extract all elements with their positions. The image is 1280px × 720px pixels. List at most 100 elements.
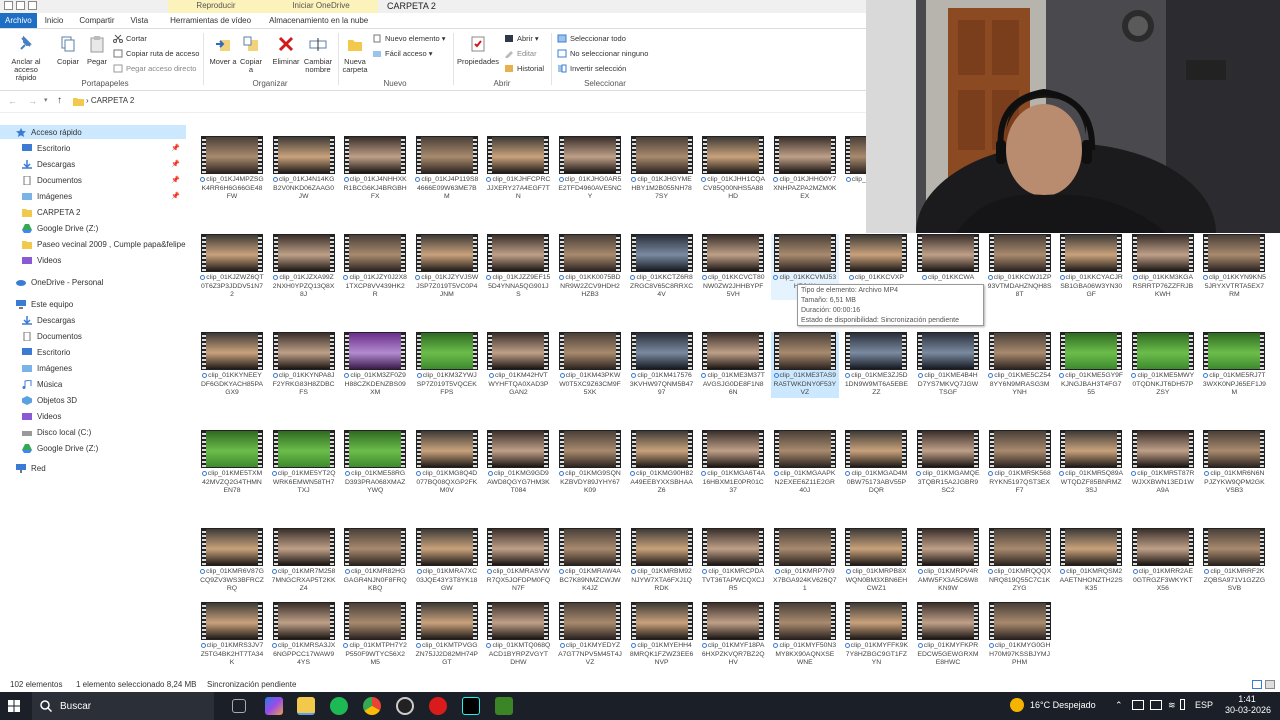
nav-descargas[interactable]: Descargas 📌 — [22, 157, 184, 171]
nav-red[interactable]: Red — [16, 461, 184, 475]
file-tile[interactable]: clip_01KJZYVJSWJSP7Z019T5VC0P4JNM — [413, 234, 481, 300]
tab-archivo[interactable]: Archivo — [0, 13, 37, 28]
mover-button[interactable]: Mover a — [209, 35, 237, 66]
nav-imagenes[interactable]: Imágenes 📌 — [22, 189, 184, 203]
file-tile[interactable]: clip_01KMR82HGGAGR4NJN0F8FRQKBQ — [341, 528, 409, 594]
windows-start-icon[interactable] — [8, 700, 20, 712]
file-tile[interactable]: clip_01KJZWZ6QT0T6Z3P3JDDV51N72 — [198, 234, 266, 300]
file-tile[interactable]: clip_01KMYG0GHH70M97KSSBJYMJPHM — [986, 602, 1054, 668]
tiktok-icon[interactable] — [462, 697, 480, 715]
file-tile[interactable]: clip_01KM3ZYWJSP7Z019T5VQCEKFPS — [413, 332, 481, 398]
file-tile[interactable]: clip_01KMYF18PA6HXPZKVQR7BZ2QHV — [699, 602, 767, 668]
large-icons-view-icon[interactable] — [1265, 680, 1275, 689]
file-tile[interactable]: clip_01KME3TAS9RA5TWKDNY0F53YVZ — [770, 332, 839, 398]
file-tile[interactable]: clip_01KJ4NHHXKR1BCG6KJ4BRGBHFX — [341, 136, 409, 202]
file-tile[interactable]: clip_01KMYFFK9K7Y8HZBGC9GT1FZYN — [842, 602, 910, 668]
file-tile[interactable]: clip_01KMYF50N3MY8KX90AQNXSEWNE — [771, 602, 839, 668]
wifi-icon[interactable]: ≋ — [1168, 700, 1176, 711]
taskbar-search[interactable]: Buscar — [32, 692, 214, 720]
anclar-button[interactable]: Anclar al acceso rápido — [4, 35, 48, 82]
file-tile[interactable]: clip_01KMRASVWR7QX5JOFDPM0FQN7F — [484, 528, 552, 594]
breadcrumb[interactable]: › CARPETA 2 — [86, 96, 134, 105]
file-tile[interactable]: clip_01KME58RGD393PRA068XMAZYWQ — [341, 430, 409, 496]
file-tile[interactable]: clip_01KMRS3JV7Z5TG4BK2HT7TA34K — [198, 602, 266, 668]
clock[interactable]: 1:41 30-03-2026 — [1225, 694, 1271, 716]
onedrive-tray-icon[interactable] — [1132, 700, 1144, 710]
nav-pc-videos[interactable]: Videos — [22, 409, 184, 423]
file-tile[interactable]: clip_01KJ4P119S84666E09W63ME7BM — [413, 136, 481, 202]
file-tile[interactable]: clip_01KME4B4HD7YS7MKVQ7JGWTSGF — [914, 332, 982, 398]
file-tile[interactable]: clip_01KME5YT2QWRK6EMWN58TH7TXJ — [270, 430, 338, 496]
file-tile[interactable]: clip_01KME5MWY0TQDNKJT6DH57PZSY — [1129, 332, 1197, 398]
file-tile[interactable]: clip_01KMRR2AE0GTRGZF3WKYKTX56 — [1129, 528, 1197, 594]
nav-escritorio[interactable]: Escritorio 📌 — [22, 141, 184, 155]
file-tile[interactable]: clip_01KKYNEEYDF6GDKYACH85PAGX9 — [198, 332, 266, 398]
chevron-up-icon[interactable]: ⌃ — [1115, 700, 1123, 711]
file-tile[interactable]: clip_01KMGAAPKN2EXEE6Z11E2GR40J — [771, 430, 839, 496]
qat-dropdown-icon[interactable] — [28, 1, 37, 10]
context-tab-reproducir[interactable]: Reproducir — [168, 0, 264, 13]
nueva-carpeta-button[interactable]: Nueva carpeta — [340, 35, 370, 74]
chrome-icon[interactable] — [363, 697, 381, 715]
file-tile[interactable]: clip_01KM4175763KVHW97QNM5B4797 — [628, 332, 696, 398]
display-tray-icon[interactable] — [1150, 700, 1162, 710]
nav-onedrive[interactable]: OneDrive - Personal — [16, 275, 184, 289]
file-tile[interactable]: clip_01KMYEDYZA7GT7NPV5M45T4JVZ — [556, 602, 624, 668]
file-tile[interactable]: clip_01KK0075BDNR9W2ZCV9HDH2HZB3 — [556, 234, 624, 300]
nav-paseo-vecinal[interactable]: Paseo vecinal 2009 , Cumple papa&felipe … — [22, 237, 186, 251]
file-tile[interactable]: clip_01KMYEHH48MRQK1FZWZ3EE6NVP — [628, 602, 696, 668]
language-indicator[interactable]: ESP — [1195, 700, 1213, 710]
propiedades-button[interactable]: Propiedades — [456, 35, 500, 66]
file-tile[interactable]: clip_01KMG8Q4D077BQ08QXGP2FKM0V — [413, 430, 481, 496]
file-tile[interactable]: clip_01KKYNPA8JF2YRKG83H8ZDBCFS — [270, 332, 338, 398]
file-tile[interactable]: clip_01KKCVCT80NW0ZW2JHHBYPF5VH — [699, 234, 767, 300]
file-tile[interactable]: clip_01KJZY0J2X81TXCP8VV439HK2R — [341, 234, 409, 300]
file-tile[interactable]: clip_01KJ4MPZSGK4RR6H6G66GE48FW — [198, 136, 266, 202]
file-tile[interactable]: clip_01KMTPVGGZN75JJ2D82MH74PGT — [413, 602, 481, 668]
file-tile[interactable]: clip_01KKCYACJRSB1GBA06W3YN30GF — [1057, 234, 1125, 300]
file-tile[interactable]: clip_01KMRAW4ABC7K89NMZCWJWK4JZ — [556, 528, 624, 594]
nav-carpeta-2[interactable]: CARPETA 2 — [22, 205, 184, 219]
facil-acceso-button[interactable]: Fácil acceso ▾ — [372, 48, 433, 59]
nav-este-equipo[interactable]: Este equipo — [16, 297, 184, 311]
file-tile[interactable]: clip_01KMRRF2KZQBSA971V1GZZGSVB — [1200, 528, 1268, 594]
file-tile[interactable]: clip_01KMR6N6NPJZYKW9QPM2GKVSB3 — [1200, 430, 1268, 496]
invertir-seleccion-button[interactable]: Invertir selección — [557, 63, 626, 74]
file-tile[interactable]: clip_01KMR7M2587MNGCRXAP5T2KKZ4 — [270, 528, 338, 594]
nav-pc-musica[interactable]: Música — [22, 377, 184, 391]
file-tile[interactable]: clip_01KMRP7N9X7BGA924KV626Q71 — [771, 528, 839, 594]
nav-videos[interactable]: Videos — [22, 253, 184, 267]
file-tile[interactable]: clip_01KMRBM92NJYW7XTA6FXJ1QRDK — [628, 528, 696, 594]
file-tile[interactable]: clip_01KME5TXM42MVZQ2G4THMNEN78 — [198, 430, 266, 496]
obs-icon[interactable] — [396, 697, 414, 715]
file-tile[interactable]: clip_01KME3ZJ5D1DN9W9MT6A5EBEZZ — [842, 332, 910, 398]
cambiar-nombre-button[interactable]: Cambiar nombre — [302, 35, 334, 74]
file-tile[interactable]: clip_01KMRA7XC03JQE43Y3T8YK18GW — [413, 528, 481, 594]
file-tile[interactable]: clip_01KMRPV4RAMW5FX3A5C6W8KN9W — [914, 528, 982, 594]
file-explorer-icon[interactable] — [297, 697, 315, 715]
file-tile[interactable]: clip_01KKCTZ6R8ZRGC8V65C8RRXC4V — [628, 234, 696, 300]
tab-vista[interactable]: Vista — [123, 13, 157, 28]
pegar-button[interactable]: Pegar — [84, 35, 110, 66]
file-tile[interactable]: clip_01KKYN9KN55JRYXVTRTA5EX7RM — [1200, 234, 1268, 300]
abrir-button[interactable]: Abrir ▾ — [504, 33, 539, 44]
file-tile[interactable]: clip_01KMR5K568RYKN5197QST3EXF7 — [986, 430, 1054, 496]
nav-pc-descargas[interactable]: Descargas — [22, 313, 184, 327]
nav-pc-objetos-3d[interactable]: Objetos 3D — [22, 393, 184, 407]
file-tile[interactable]: clip_01KKCWJ1ZP93VTMDAHZNQH8S8T — [986, 234, 1054, 300]
file-tile[interactable]: clip_01KJZZ9EF155D4YNNA5QG901JS — [484, 234, 552, 300]
copiar-a-button[interactable]: Copiar a — [237, 35, 265, 74]
eliminar-button[interactable]: Eliminar — [270, 35, 302, 66]
tab-almacenamiento-nube[interactable]: Almacenamiento en la nube — [261, 13, 376, 28]
pegar-acceso-button[interactable]: Pegar acceso directo — [113, 63, 196, 74]
file-tile[interactable]: clip_01KMR5Q89AWTQDZF85BNRMZ3SJ — [1057, 430, 1125, 496]
copiar-button[interactable]: Copiar — [54, 35, 82, 66]
file-tile[interactable]: clip_01KMG9SQNKZBVDY89JYHY67K09 — [556, 430, 624, 496]
nav-pc-disco-local[interactable]: Disco local (C:) — [22, 425, 184, 439]
nuevo-elemento-button[interactable]: Nuevo elemento ▾ — [372, 33, 445, 44]
nav-pc-imagenes[interactable]: Imágenes — [22, 361, 184, 375]
tab-inicio[interactable]: Inicio — [37, 13, 72, 28]
qat-newfolder-icon[interactable] — [16, 1, 25, 10]
editar-button[interactable]: Editar — [504, 48, 537, 59]
seleccionar-todo-button[interactable]: Seleccionar todo — [557, 33, 626, 44]
